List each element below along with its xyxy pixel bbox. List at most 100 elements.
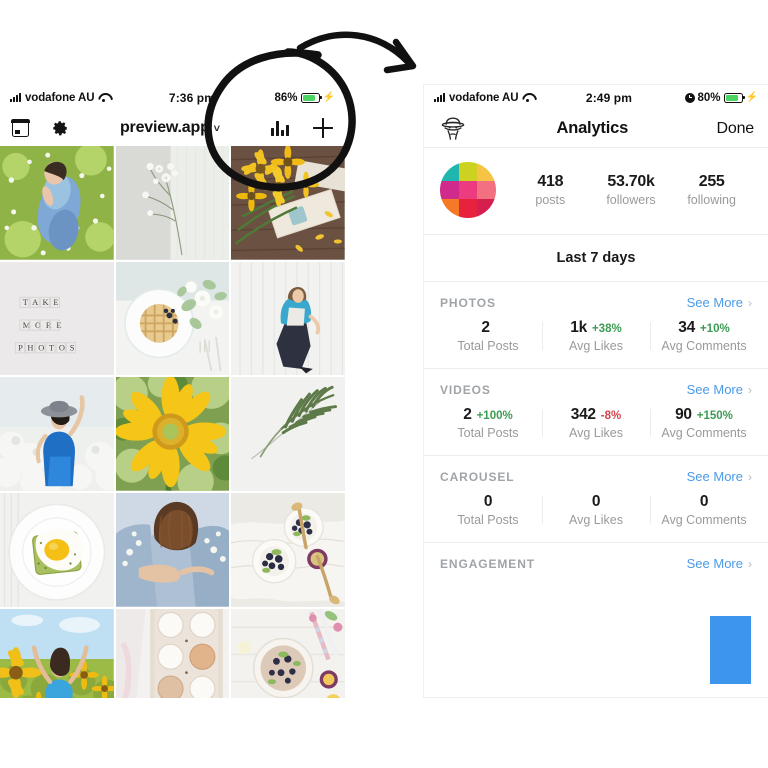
grid-tile[interactable] <box>231 261 345 376</box>
grid-tile[interactable] <box>231 377 345 492</box>
carrier-label: vodafone AU <box>449 91 519 104</box>
left-status-bar: vodafone AU 7:36 pm 86% ⚡ <box>0 85 345 110</box>
avatar-cell-5 <box>477 180 496 200</box>
grid-tile[interactable] <box>115 608 230 698</box>
section-engagement: ENGAGEMENT See More › <box>424 543 768 684</box>
grid-tile[interactable] <box>115 261 230 376</box>
instagram-grid-avatar[interactable] <box>440 162 496 218</box>
signal-bars-icon <box>10 93 21 102</box>
photos-see-more-button[interactable]: See More › <box>687 295 752 310</box>
white-flowers-in-vase <box>115 146 230 260</box>
carousel-title: CAROUSEL <box>440 469 515 484</box>
metric-delta: +150% <box>696 410 733 422</box>
photos-title: PHOTOS <box>440 295 496 310</box>
waffles-with-flowers <box>115 261 230 376</box>
chevron-right-icon: › <box>748 382 752 397</box>
avatar-cell-0 <box>440 162 459 181</box>
metric-avg-comments: 90 +150% Avg Comments <box>650 406 758 440</box>
grid-tile[interactable] <box>0 146 114 260</box>
wifi-icon <box>98 93 109 102</box>
metric-caption: Avg Likes <box>569 513 623 527</box>
see-more-label: See More <box>686 469 743 484</box>
metric-caption: Total Posts <box>457 339 519 353</box>
right-status-bar: vodafone AU 2:49 pm 80% ⚡ <box>424 85 768 110</box>
stat-following[interactable]: 255 following <box>680 173 744 207</box>
lightning-bolt-icon: ⚡ <box>745 91 758 103</box>
analytics-navbar: Analytics Done <box>424 110 768 147</box>
metric-total-posts: 2 Total Posts <box>434 319 542 353</box>
metric-delta: +100% <box>476 410 513 422</box>
metric-avg-comments: 34 +10% Avg Comments <box>650 319 758 353</box>
left-status-left: vodafone AU <box>10 92 109 104</box>
grid-tile[interactable] <box>231 146 345 260</box>
avatar-cell-6 <box>440 199 459 218</box>
period-label[interactable]: Last 7 days <box>424 235 768 281</box>
videos-title: VIDEOS <box>440 382 491 397</box>
spy-detective-icon[interactable] <box>438 117 468 141</box>
metric-caption: Avg Likes <box>569 426 623 440</box>
stat-posts[interactable]: 418 posts <box>518 173 582 207</box>
chevron-right-icon: › <box>748 469 752 484</box>
posts-count: 418 <box>537 172 564 190</box>
grid-tile[interactable] <box>115 493 230 607</box>
metric-caption: Total Posts <box>457 513 519 527</box>
chevron-right-icon: › <box>748 556 752 571</box>
photos-metrics: 2 Total Posts 1k +38% Avg Likes 34 +10% Av… <box>424 313 768 368</box>
egg-avocado-toast <box>0 493 114 607</box>
egg-carton-flatlay <box>115 608 230 698</box>
grid-tile[interactable] <box>231 608 345 698</box>
following-label: following <box>687 193 736 208</box>
metric-caption: Total Posts <box>457 426 519 440</box>
sunflowers-on-wood <box>231 146 345 260</box>
engagement-bar-0 <box>709 615 751 684</box>
videos-header: VIDEOS See More › <box>424 369 768 400</box>
avatar-cell-1 <box>458 162 478 181</box>
metric-delta: +10% <box>699 323 730 335</box>
grid-tile[interactable] <box>0 377 114 492</box>
page-title: Analytics <box>556 119 629 137</box>
done-button[interactable]: Done <box>717 120 755 138</box>
stat-followers[interactable]: 53.70k followers <box>599 173 663 207</box>
yellow-sunflower-closeup <box>115 377 230 492</box>
app-title[interactable]: preview.app ˅ <box>69 119 271 137</box>
grid-tile[interactable]: T A K E M O R E P H O T O S <box>0 261 114 376</box>
metric-value: 0 <box>483 493 493 510</box>
metric-total-posts: 0 Total Posts <box>434 493 542 527</box>
metric-value: 90 <box>675 406 692 423</box>
carrier-label: vodafone AU <box>25 91 95 104</box>
grid-tile[interactable] <box>0 608 114 698</box>
left-status-right: 86% ⚡ <box>275 92 335 104</box>
grid-tile[interactable] <box>115 146 230 260</box>
smoothie-bowl-flatlay <box>231 608 345 698</box>
lightning-bolt-icon: ⚡ <box>322 91 335 103</box>
metric-value: 34 <box>678 319 695 336</box>
metric-avg-likes: 1k +38% Avg Likes <box>542 319 650 353</box>
section-carousel: CAROUSEL See More › 0 Total Posts 0 Avg … <box>424 456 768 542</box>
plus-icon[interactable] <box>313 118 333 138</box>
metric-value: 0 <box>591 493 601 510</box>
videos-see-more-button[interactable]: See More › <box>687 382 752 397</box>
bar-chart-icon[interactable] <box>270 120 289 136</box>
avatar-cell-4 <box>458 180 478 200</box>
woman-blue-jacket-white-wall <box>231 261 345 376</box>
metric-caption: Avg Comments <box>661 426 747 440</box>
gear-icon[interactable] <box>51 119 69 137</box>
followers-label: followers <box>606 193 656 208</box>
engagement-see-more-button[interactable]: See More › <box>687 556 752 571</box>
section-videos: VIDEOS See More › 2 +100% Total Posts 342… <box>424 369 768 455</box>
carousel-see-more-button[interactable]: See More › <box>687 469 752 484</box>
engagement-title: ENGAGEMENT <box>440 556 536 571</box>
wifi-icon <box>522 93 533 102</box>
calendar-icon[interactable] <box>11 118 30 137</box>
chevron-right-icon: › <box>748 295 752 310</box>
metric-caption: Avg Comments <box>661 339 747 353</box>
girl-lying-in-daisy-field <box>0 146 114 260</box>
svg-text:T A K E: T A K E <box>23 298 60 307</box>
profile-stats-row: 418 posts 53.70k followers 255 following <box>424 148 768 234</box>
battery-icon <box>723 92 745 103</box>
battery-percent-label: 80% <box>697 91 721 104</box>
grid-tile[interactable] <box>231 493 345 607</box>
grid-tile[interactable] <box>115 377 230 492</box>
chevron-down-icon: ˅ <box>213 123 220 135</box>
grid-tile[interactable] <box>0 493 114 607</box>
